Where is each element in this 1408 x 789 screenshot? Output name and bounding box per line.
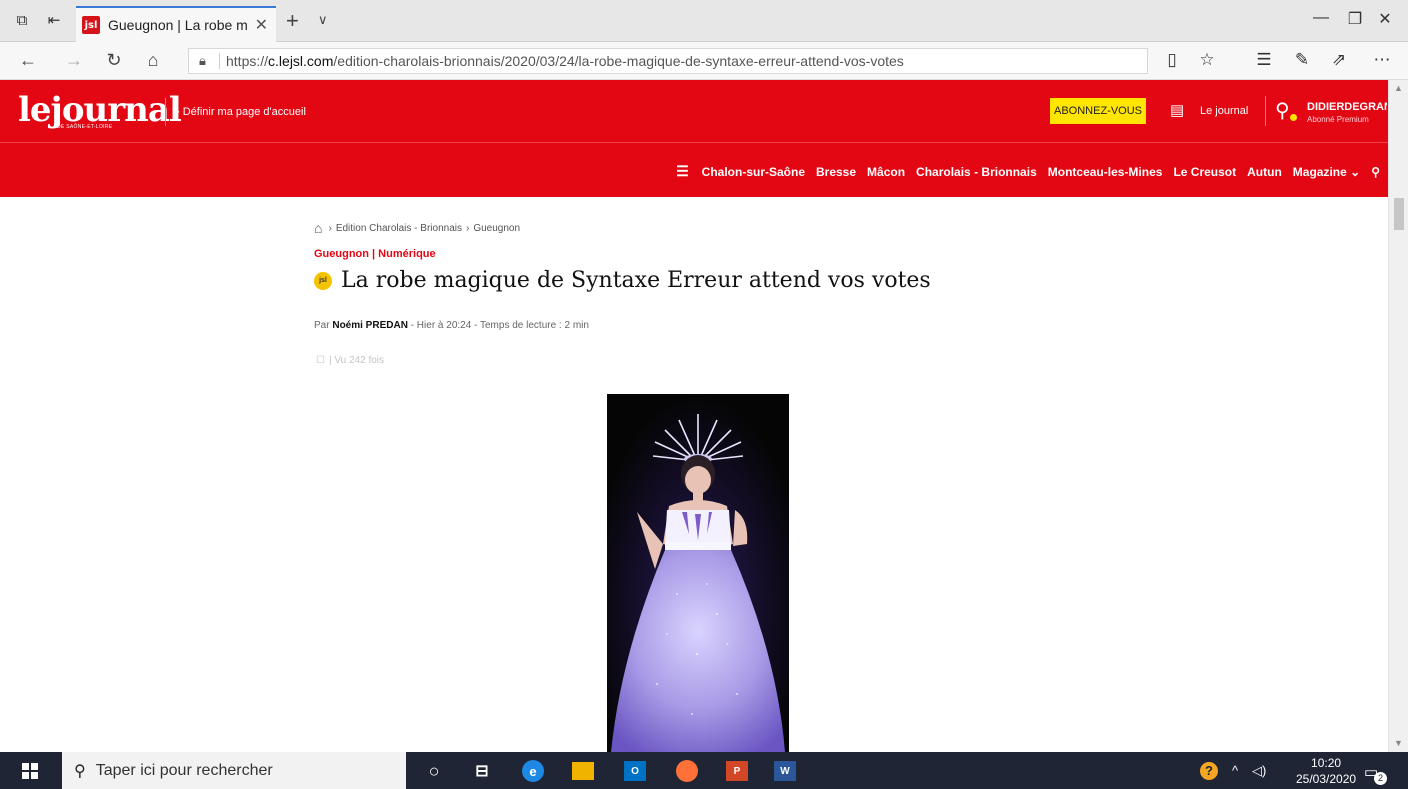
system-clock[interactable]: 10:20 25/03/2020	[1296, 755, 1356, 787]
scroll-down-arrow-icon[interactable]: ▼	[1394, 738, 1403, 748]
nav-item-chalon[interactable]: Chalon-sur-Saône	[702, 165, 805, 179]
breadcrumb: ⌂ › Edition Charolais - Brionnais › Gueu…	[314, 220, 520, 236]
tray-chevron-up-icon[interactable]: ^	[1232, 763, 1238, 778]
taskbar-search[interactable]: ⚲ Taper ici pour rechercher	[62, 752, 406, 789]
nav-item-montceau[interactable]: Montceau-les-Mines	[1048, 165, 1163, 179]
url-text: https://c.lejsl.com/edition-charolais-br…	[226, 53, 904, 69]
premium-dot	[1290, 114, 1297, 121]
search-icon[interactable]: ⚲	[1371, 165, 1380, 179]
reading-view-icon[interactable]: ▯	[1160, 50, 1184, 70]
header-divider	[1265, 96, 1266, 126]
address-bar[interactable]: 🔒︎ https://c.lejsl.com/edition-charolais…	[188, 48, 1148, 74]
article-title-row: jsl La robe magique de Syntaxe Erreur at…	[314, 268, 931, 293]
scroll-up-arrow-icon[interactable]: ▲	[1394, 83, 1403, 93]
windows-start-icon[interactable]	[22, 763, 38, 779]
chevron-down-icon: ⌄	[1350, 164, 1361, 179]
breadcrumb-separator: ›	[328, 222, 332, 234]
breadcrumb-edition[interactable]: Edition Charolais - Brionnais	[336, 223, 462, 234]
journal-link[interactable]: Le journal	[1200, 105, 1248, 117]
article-title: La robe magique de Syntaxe Erreur attend…	[341, 268, 931, 293]
article-kicker[interactable]: Gueugnon | Numérique	[314, 248, 436, 260]
jsl-badge-icon: jsl	[314, 271, 332, 290]
header-divider	[165, 98, 166, 126]
help-icon[interactable]: ?	[1200, 762, 1218, 780]
view-count: | Vu 242 fois	[328, 355, 385, 366]
article-views: ☐ | Vu 242 fois	[316, 355, 384, 366]
site-header: lejournal DE SAÔNE-ET-LOIRE › Définir ma…	[0, 80, 1388, 142]
home-icon[interactable]: ⌂	[314, 220, 322, 236]
new-tab-button[interactable]: +	[286, 8, 299, 34]
back-button[interactable]: ←	[16, 50, 40, 71]
bookmark-icon[interactable]: ☐	[316, 355, 325, 366]
volume-icon[interactable]: ◁)	[1252, 763, 1266, 779]
share-icon[interactable]: ⇗	[1327, 50, 1351, 70]
taskbar-search-placeholder: Taper ici pour rechercher	[95, 761, 273, 779]
tab-aside-icon[interactable]: ⇤	[44, 11, 64, 31]
user-name[interactable]: DIDIERDEGRAN...	[1307, 101, 1387, 113]
firefox-icon[interactable]	[676, 760, 698, 782]
clock-date: 25/03/2020	[1296, 772, 1357, 786]
tab-actions-icon[interactable]: ⧉	[12, 11, 32, 31]
author-name[interactable]: Noémi PREDAN	[332, 320, 408, 331]
file-explorer-icon[interactable]	[572, 762, 594, 780]
tab-preview-chevron-icon[interactable]: ∨	[318, 12, 328, 28]
task-view-icon[interactable]: ⊟	[470, 759, 494, 783]
tab-close-icon[interactable]: ✕	[255, 15, 268, 35]
clock-time: 10:20	[1311, 756, 1342, 770]
close-window-button[interactable]: ✕	[1362, 9, 1408, 29]
user-status: Abonné Premium	[1307, 115, 1369, 124]
tab-title: Gueugnon | La robe ma	[108, 17, 248, 33]
refresh-button[interactable]: ↻	[102, 50, 126, 71]
nav-item-creusot[interactable]: Le Creusot	[1173, 165, 1236, 179]
search-icon: ⚲	[74, 762, 86, 780]
nav-item-macon[interactable]: Mâcon	[867, 165, 905, 179]
menu-icon[interactable]: ☰	[676, 163, 689, 180]
subscribe-button[interactable]: ABONNEZ-VOUS	[1050, 98, 1146, 124]
nav-item-charolais[interactable]: Charolais - Brionnais	[916, 165, 1037, 179]
set-homepage-link[interactable]: › Définir ma page d'accueil	[176, 106, 306, 118]
cortana-icon[interactable]: ○	[422, 759, 446, 783]
breadcrumb-separator: ›	[465, 222, 470, 234]
byline-prefix: Par	[314, 320, 330, 331]
tab-favicon-icon: jsl	[82, 16, 100, 34]
lock-icon: 🔒︎	[199, 53, 206, 68]
site-logo-subtitle: DE SAÔNE-ET-LOIRE	[57, 124, 113, 130]
dress-photo-illustration	[607, 394, 789, 752]
powerpoint-icon[interactable]: P	[726, 761, 748, 781]
nav-item-magazine[interactable]: Magazine ⌄	[1293, 165, 1360, 179]
nav-item-autun[interactable]: Autun	[1247, 165, 1282, 179]
user-icon[interactable]: ⚲	[1275, 98, 1290, 123]
more-icon[interactable]: ⋯	[1370, 50, 1394, 70]
nav-item-bresse[interactable]: Bresse	[816, 165, 856, 179]
notification-count: 2	[1374, 772, 1387, 785]
tab-active[interactable]: jsl Gueugnon | La robe ma ✕	[76, 6, 276, 42]
site-navigation: ☰ Chalon-sur-Saône Bresse Mâcon Charolai…	[0, 142, 1388, 197]
scrollbar-thumb[interactable]	[1394, 198, 1404, 230]
edge-icon[interactable]: e	[522, 760, 544, 782]
browser-tab-bar: ⧉ ⇤ jsl Gueugnon | La robe ma ✕ + ∨ — ❐ …	[0, 0, 1408, 42]
word-icon[interactable]: W	[774, 761, 796, 781]
page-scrollbar[interactable]: ▲ ▼	[1388, 80, 1408, 752]
newspaper-icon[interactable]: ▤	[1170, 101, 1184, 119]
article-byline: Par Noémi PREDAN - Hier à 20:24 - Temps …	[314, 320, 589, 331]
byline-meta: - Hier à 20:24 - Temps de lecture : 2 mi…	[410, 320, 589, 331]
breadcrumb-city[interactable]: Gueugnon	[473, 223, 520, 234]
favorites-list-icon[interactable]: ☰	[1252, 50, 1276, 70]
forward-button[interactable]: →	[62, 50, 86, 71]
outlook-icon[interactable]: O	[624, 761, 646, 781]
favorite-star-icon[interactable]: ☆	[1195, 50, 1219, 70]
article-photo[interactable]	[607, 394, 789, 752]
taskbar: ⚲ Taper ici pour rechercher ○ ⊟ e O P W …	[0, 752, 1408, 789]
home-button[interactable]: ⌂	[141, 50, 165, 71]
pen-icon[interactable]: ✎	[1290, 50, 1314, 70]
url-divider	[219, 53, 220, 69]
browser-toolbar: ← → ↻ ⌂ 🔒︎ https://c.lejsl.com/edition-c…	[0, 42, 1408, 80]
